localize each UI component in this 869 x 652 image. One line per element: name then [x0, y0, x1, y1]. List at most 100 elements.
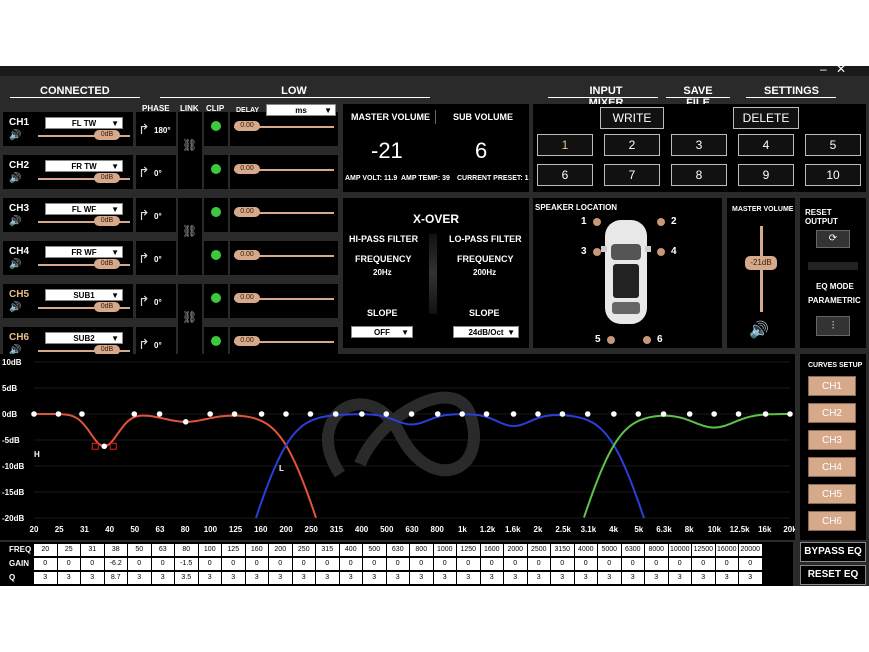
link-chain-icon[interactable]: ⛓	[182, 310, 197, 324]
eq-q-cell[interactable]: 3	[668, 572, 691, 584]
eq-band-node[interactable]	[735, 411, 742, 417]
master-volume-knob[interactable]: -21dB	[745, 256, 777, 270]
link-chain-icon[interactable]: ⛓	[182, 138, 197, 152]
eq-q-cell[interactable]: 3	[574, 572, 597, 584]
eq-band-node[interactable]	[535, 411, 541, 417]
eq-gain-cell[interactable]: 0	[645, 558, 668, 570]
reset-eq-button[interactable]: RESET EQ	[800, 565, 866, 585]
master-volume-value[interactable]: -21	[371, 138, 403, 164]
eq-gain-cell[interactable]: 0	[386, 558, 409, 570]
eq-q-cell[interactable]: 3	[457, 572, 480, 584]
eq-band-node[interactable]	[101, 443, 108, 450]
channel-assign-select[interactable]: SUB1 ▼	[45, 289, 123, 301]
eq-band-node[interactable]	[434, 411, 441, 417]
speaker-position-dot-4[interactable]	[657, 248, 665, 256]
preset-button-1[interactable]: 1	[537, 134, 593, 156]
channel-assign-select[interactable]: FL WF ▼	[45, 203, 123, 215]
gain-slider-knob[interactable]: 0dB	[94, 216, 120, 226]
delay-slider-knob[interactable]: 0.00	[234, 250, 260, 260]
eq-band-node[interactable]	[207, 411, 213, 417]
eq-band-node[interactable]	[483, 411, 490, 417]
eq-gain-cell[interactable]: 0	[715, 558, 738, 570]
preset-button-10[interactable]: 10	[805, 164, 861, 186]
delay-unit-select[interactable]: ms ▼	[266, 104, 336, 116]
eq-q-cell[interactable]: 3	[715, 572, 738, 584]
channel-assign-select[interactable]: SUB2 ▼	[45, 332, 123, 344]
lp-slope-select[interactable]: 24dB/Oct ▼	[453, 326, 519, 338]
eq-q-cell[interactable]: 3	[433, 572, 456, 584]
eq-gain-cell[interactable]: 0	[598, 558, 621, 570]
eq-gain-cell[interactable]: 0	[480, 558, 503, 570]
q-handle-left[interactable]	[91, 442, 99, 450]
eq-band-node[interactable]	[283, 411, 289, 417]
delay-slider-knob[interactable]: 0.00	[234, 121, 260, 131]
eq-q-cell[interactable]: 3	[57, 572, 80, 584]
phase-rotate-icon[interactable]: ↱	[138, 207, 150, 224]
eq-gain-cell[interactable]: 0	[457, 558, 480, 570]
eq-band-node[interactable]	[635, 411, 642, 417]
curve-button-ch6[interactable]: CH6	[808, 511, 856, 531]
eq-band-node[interactable]	[258, 411, 265, 417]
eq-gain-cell[interactable]: 0	[316, 558, 339, 570]
eq-band-node[interactable]	[182, 419, 189, 425]
eq-q-cell[interactable]: 3	[81, 572, 104, 584]
eq-band-node[interactable]	[359, 411, 365, 417]
eq-q-cell[interactable]: 3	[621, 572, 644, 584]
channel-assign-select[interactable]: FR WF ▼	[45, 246, 123, 258]
close-button[interactable]: ✕	[836, 62, 846, 76]
eq-gain-cell[interactable]: 0	[128, 558, 151, 570]
eq-gain-cell[interactable]: 0	[433, 558, 456, 570]
curve-button-ch4[interactable]: CH4	[808, 457, 856, 477]
curve-button-ch1[interactable]: CH1	[808, 376, 856, 396]
speaker-icon[interactable]: 🔊	[9, 130, 21, 141]
eq-band-node[interactable]	[231, 411, 238, 417]
eq-q-cell[interactable]: 3	[598, 572, 621, 584]
eq-gain-cell[interactable]: 0	[574, 558, 597, 570]
eq-band-node[interactable]	[79, 411, 85, 417]
delete-button[interactable]: DELETE	[733, 107, 799, 129]
link-chain-icon[interactable]: ⛓	[182, 224, 197, 238]
eq-q-cell[interactable]: 3	[339, 572, 362, 584]
settings-tab[interactable]: SETTINGS	[764, 85, 819, 97]
preset-button-4[interactable]: 4	[738, 134, 794, 156]
preset-button-7[interactable]: 7	[604, 164, 660, 186]
speaker-icon[interactable]: 🔊	[9, 302, 21, 313]
phase-rotate-icon[interactable]: ↱	[138, 293, 150, 310]
phase-rotate-icon[interactable]: ↱	[138, 250, 150, 267]
speaker-position-dot-2[interactable]	[657, 218, 665, 226]
eq-gain-cell[interactable]: -1.5	[175, 558, 198, 570]
eq-band-node[interactable]	[510, 411, 517, 417]
low-level-tab[interactable]: LOW	[276, 85, 312, 97]
write-button[interactable]: WRITE	[600, 107, 664, 129]
phase-rotate-icon[interactable]: ↱	[138, 164, 150, 181]
eq-q-cell[interactable]: 3	[645, 572, 668, 584]
channel-assign-select[interactable]: FL TW ▼	[45, 117, 123, 129]
gain-slider-knob[interactable]: 0dB	[94, 130, 120, 140]
eq-q-cell[interactable]: 3.5	[175, 572, 198, 584]
lp-frequency-value[interactable]: 200Hz	[473, 268, 496, 277]
preset-button-5[interactable]: 5	[805, 134, 861, 156]
eq-q-cell[interactable]: 3	[551, 572, 574, 584]
preset-button-3[interactable]: 3	[671, 134, 727, 156]
eq-gain-cell[interactable]: 0	[621, 558, 644, 570]
eq-band-node[interactable]	[307, 411, 314, 417]
eq-gain-cell[interactable]: 0	[245, 558, 268, 570]
delay-slider-knob[interactable]: 0.00	[234, 207, 260, 217]
delay-slider-knob[interactable]: 0.00	[234, 293, 260, 303]
hp-frequency-value[interactable]: 20Hz	[373, 268, 392, 277]
eq-q-cell[interactable]: 3	[34, 572, 57, 584]
speaker-icon[interactable]: 🔊	[749, 320, 769, 340]
preset-button-9[interactable]: 9	[738, 164, 794, 186]
eq-q-cell[interactable]: 3	[386, 572, 409, 584]
eq-gain-cell[interactable]: 0	[34, 558, 57, 570]
eq-q-cell[interactable]: 3	[151, 572, 174, 584]
speaker-icon[interactable]: 🔊	[9, 216, 21, 227]
phase-rotate-icon[interactable]: ↱	[138, 336, 150, 353]
eq-band-node[interactable]	[408, 411, 415, 417]
q-handle-right[interactable]	[109, 442, 117, 450]
eq-band-node[interactable]	[762, 411, 769, 417]
hp-slope-select[interactable]: OFF ▼	[351, 326, 413, 338]
preset-button-8[interactable]: 8	[671, 164, 727, 186]
eq-band-node[interactable]	[611, 411, 617, 417]
eq-q-cell[interactable]: 3	[222, 572, 245, 584]
